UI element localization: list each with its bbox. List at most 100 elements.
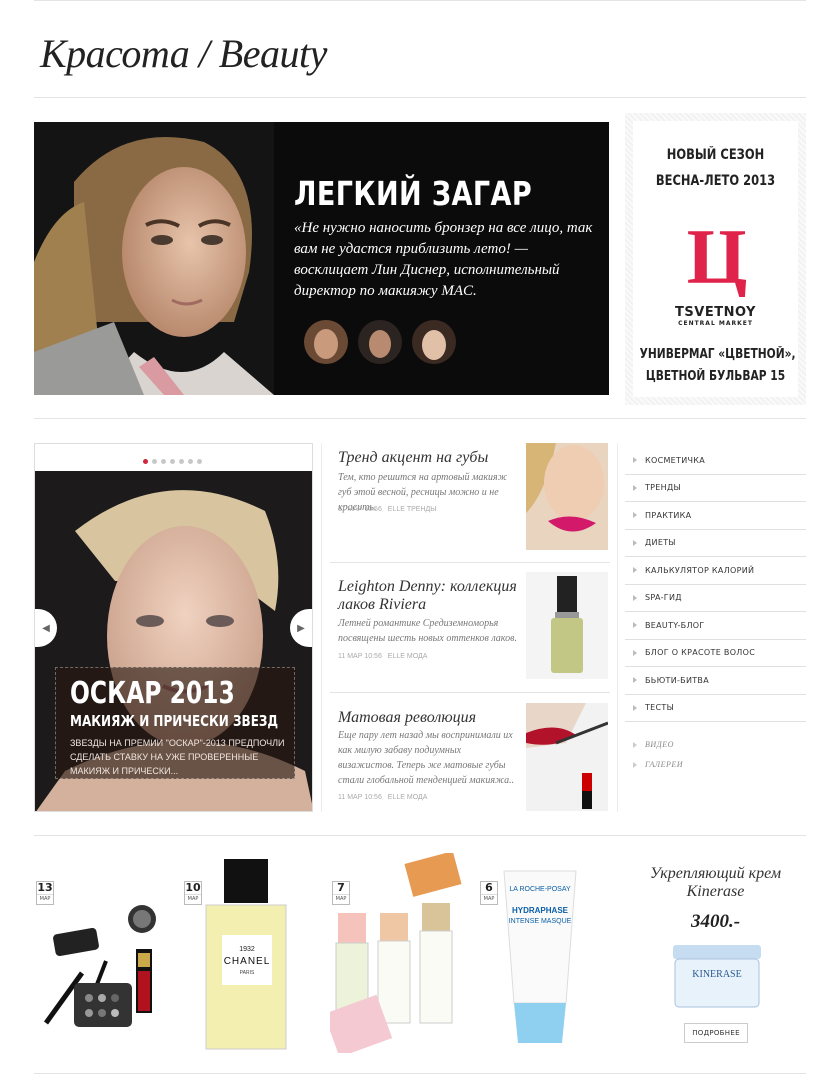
- product-card[interactable]: 10 МАР 1932 CHANEL PARIS: [182, 853, 322, 1053]
- tsvetnoy-ad[interactable]: НОВЫЙ СЕЗОН ВЕСНА-ЛЕТО 2013 Ц TSVETNOY C…: [625, 113, 806, 405]
- promo-price: 3400.-: [690, 911, 741, 932]
- svg-text:CHANEL: CHANEL: [224, 956, 271, 967]
- ad-line-1: НОВЫЙ СЕЗОН: [666, 147, 765, 163]
- ad-address-1: УНИВЕРМАГ «ЦВЕТНОЙ»,: [639, 347, 796, 362]
- ad-inner: НОВЫЙ СЕЗОН ВЕСНА-ЛЕТО 2013 Ц TSVETNOY C…: [633, 121, 798, 397]
- section-divider-1: [34, 418, 806, 419]
- date-badge: 13 МАР: [36, 881, 54, 905]
- article-meta: 11 МАР 10:56 ELLE МОДА: [338, 794, 431, 801]
- top-divider: [34, 0, 806, 1]
- svg-text:KINERASE: KINERASE: [692, 969, 741, 980]
- product-image: LA ROCHE-POSAY HYDRAPHASE INTENSE MASQUE: [503, 870, 577, 1043]
- ad-address-2: ЦВЕТНОЙ БУЛЬВАР 15: [645, 369, 786, 384]
- slider-dot[interactable]: [170, 459, 175, 464]
- article-section[interactable]: ELLE МОДА: [388, 794, 428, 801]
- section-divider-2: [34, 835, 806, 836]
- article-meta: 11 МАР 10:56 ELLE ТРЕНДЫ: [338, 506, 440, 513]
- ad-brand: TSVETNOY: [675, 305, 756, 320]
- promo-title[interactable]: Укрепляющий крем Kinerase: [625, 865, 806, 901]
- featured-slider[interactable]: ◀ ▶ ОСКАР 2013 МАКИЯЖ И ПРИЧЕСКИ ЗВЕЗД З…: [34, 443, 313, 812]
- menu-item[interactable]: ДИЕТЫ: [625, 530, 806, 557]
- tsvetnoy-logo-icon: Ц: [687, 213, 748, 297]
- caret-right-icon: [633, 704, 637, 711]
- slider-dot[interactable]: [161, 459, 166, 464]
- article-card[interactable]: Тренд акцент на губы Тем, кто решится на…: [330, 443, 610, 553]
- product-card[interactable]: 7 МАР: [330, 853, 470, 1053]
- article-image[interactable]: [526, 572, 608, 679]
- more-button[interactable]: ПОДРОБНЕЕ: [684, 1023, 748, 1043]
- svg-text:INTENSE MASQUE: INTENSE MASQUE: [509, 918, 572, 925]
- slide-caption[interactable]: ОСКАР 2013 МАКИЯЖ И ПРИЧЕСКИ ЗВЕЗД ЗВЕЗД…: [55, 667, 295, 779]
- svg-text:PARIS: PARIS: [240, 970, 255, 976]
- product-image: [330, 853, 462, 1053]
- article-meta: 11 МАР 10:56 ELLE МОДА: [338, 653, 431, 660]
- product-card[interactable]: 6 МАР LA ROCHE-POSAY HYDRAPHASE INTENSE …: [478, 853, 618, 1053]
- menu-item[interactable]: БЬЮТИ-БИТВА: [625, 667, 806, 695]
- article-section[interactable]: ELLE МОДА: [388, 653, 428, 660]
- slider-pagination-bar: [35, 444, 312, 471]
- menu-item[interactable]: ПРАКТИКА: [625, 502, 806, 530]
- menu-item[interactable]: BEAUTY-БЛОГ: [625, 612, 806, 640]
- header-divider: [34, 97, 806, 98]
- slide-title[interactable]: ОСКАР 2013: [70, 678, 235, 710]
- chevron-left-icon: ◀: [42, 622, 50, 634]
- caret-right-icon: [633, 594, 637, 601]
- menu-item[interactable]: ТРЕНДЫ: [625, 475, 806, 502]
- caret-right-icon: [633, 539, 637, 546]
- article-card[interactable]: Leighton Denny: коллекция лаков Riviera …: [330, 572, 610, 687]
- product-card[interactable]: 13 МАР: [34, 853, 174, 1053]
- slide-description: ЗВЕЗДЫ НА ПРЕМИИ "ОСКАР"-2013 ПРЕДПОЧЛИ …: [70, 738, 285, 776]
- article-title[interactable]: Leighton Denny: коллекция лаков Riviera: [338, 578, 518, 614]
- menu-item[interactable]: ТЕСТЫ: [625, 695, 806, 722]
- hero-thumb-1[interactable]: [304, 320, 348, 364]
- caret-right-icon: [633, 457, 637, 463]
- date-badge: 6 МАР: [480, 881, 498, 905]
- hero-thumb-2[interactable]: [358, 320, 402, 364]
- hero-photo: [34, 122, 274, 395]
- svg-text:Ц: Ц: [687, 213, 748, 297]
- menu-link-galleries[interactable]: ГАЛЕРЕИ: [625, 760, 806, 769]
- caret-right-icon: [633, 567, 637, 573]
- article-card[interactable]: Матовая революция Еще пару лет назад мы …: [330, 703, 610, 813]
- caret-right-icon: [633, 484, 637, 491]
- hero-thumb-3[interactable]: [412, 320, 456, 364]
- caret-right-icon: [633, 649, 637, 656]
- caret-right-icon: [633, 677, 637, 683]
- product-image: 1932 CHANEL PARIS: [205, 859, 287, 1050]
- slider-dot[interactable]: [152, 459, 157, 464]
- column-separator: [321, 443, 322, 812]
- slider-dot[interactable]: [179, 459, 184, 464]
- caret-right-icon: [633, 622, 637, 628]
- menu-item[interactable]: БЛОГ О КРАСОТЕ ВОЛОС: [625, 640, 806, 667]
- article-date: 11 МАР 10:56: [338, 794, 382, 801]
- slide-subtitle: МАКИЯЖ И ПРИЧЕСКИ ЗВЕЗД: [70, 712, 279, 730]
- menu-link-video[interactable]: ВИДЕО: [625, 740, 806, 749]
- date-badge: 10 МАР: [184, 881, 202, 905]
- svg-text:HYDRAPHASE: HYDRAPHASE: [512, 906, 569, 915]
- article-section[interactable]: ELLE ТРЕНДЫ: [388, 506, 437, 513]
- date-badge: 7 МАР: [332, 881, 350, 905]
- hero-banner[interactable]: ЛЕГКИЙ ЗАГАР «Не нужно наносить бронзер …: [34, 122, 609, 395]
- ad-line-2: ВЕСНА-ЛЕТО 2013: [655, 173, 776, 189]
- slider-dot[interactable]: [143, 459, 148, 464]
- article-image[interactable]: [526, 443, 608, 550]
- article-text: Еще пару лет назад мы воспринимали их ка…: [338, 730, 515, 786]
- slider-dot[interactable]: [188, 459, 193, 464]
- menu-item[interactable]: КАЛЬКУЛЯТОР КАЛОРИЙ: [625, 557, 806, 585]
- article-text: Летней романтике Средиземноморья посвяще…: [338, 618, 517, 644]
- hero-title[interactable]: ЛЕГКИЙ ЗАГАР: [294, 174, 532, 213]
- page-title: Красота / Beauty: [40, 31, 327, 76]
- article-title[interactable]: Матовая революция: [338, 709, 518, 727]
- article-image[interactable]: [526, 703, 608, 811]
- caret-right-icon: [633, 512, 637, 518]
- promo-product[interactable]: Укрепляющий крем Kinerase 3400.- KINERAS…: [625, 853, 806, 1053]
- menu-item[interactable]: SPA-ГИД: [625, 585, 806, 612]
- article-divider: [330, 562, 610, 563]
- hero-quote: «Не нужно наносить бронзер на все лицо, …: [294, 220, 593, 299]
- chevron-right-icon: ▶: [297, 622, 305, 634]
- bottom-divider: [34, 1073, 806, 1074]
- menu-item[interactable]: КОСМЕТИЧКА: [625, 447, 806, 475]
- slider-dot[interactable]: [197, 459, 202, 464]
- article-date: 11 МАР 10:56: [338, 653, 382, 660]
- article-title[interactable]: Тренд акцент на губы: [338, 449, 518, 467]
